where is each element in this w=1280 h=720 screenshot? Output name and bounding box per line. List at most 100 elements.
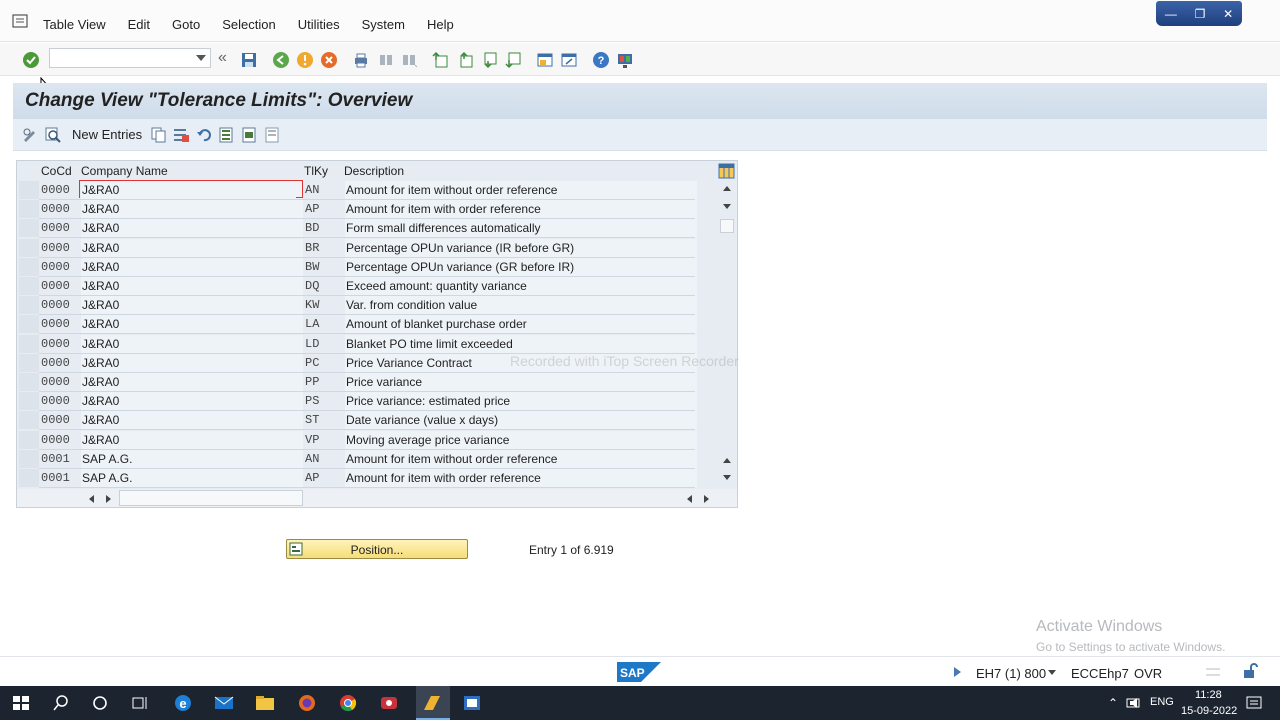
table-row[interactable]: 0001 SAP A.G. AN Amount for item without or… [19, 449, 697, 469]
back-icon[interactable] [272, 51, 290, 69]
cell-tlky[interactable]: KW [305, 296, 343, 315]
delete-icon[interactable] [172, 126, 190, 144]
position-button[interactable]: Position... [286, 539, 468, 559]
cell-company-name[interactable]: J&RA0 [81, 296, 303, 316]
cell-cocd[interactable]: 0000 [41, 296, 79, 315]
table-row[interactable]: 0000 J&RA0 VP Moving average price variance [19, 430, 697, 450]
scroll-right-icon[interactable] [703, 494, 711, 504]
save-icon[interactable] [240, 51, 258, 69]
column-header-description[interactable]: Description [344, 161, 404, 181]
customize-layout-icon[interactable] [616, 51, 634, 69]
new-session-icon[interactable] [536, 51, 554, 69]
horizontal-scroll-thumb[interactable] [119, 490, 303, 506]
row-selector[interactable] [19, 469, 39, 487]
file-explorer-icon[interactable] [254, 693, 276, 713]
column-header-tlky[interactable]: TlKy [304, 161, 328, 181]
cell-company-name[interactable]: J&RA0 [81, 181, 303, 200]
clock-date[interactable]: 15-09-2022 [1181, 705, 1237, 717]
print-icon[interactable] [352, 51, 370, 69]
edge-icon[interactable]: e [172, 693, 194, 713]
cell-description[interactable]: Price variance [345, 373, 697, 392]
cell-tlky[interactable]: AN [305, 450, 343, 469]
cell-company-name[interactable]: J&RA0 [81, 411, 303, 431]
row-selector[interactable] [19, 200, 39, 219]
cell-tlky[interactable]: AP [305, 469, 343, 488]
cell-cocd[interactable]: 0000 [41, 335, 79, 354]
cell-company-name[interactable]: J&RA0 [81, 257, 303, 277]
table-row[interactable]: 0001 SAP A.G. AP Amount for item with order… [19, 469, 697, 488]
row-selector[interactable] [19, 181, 39, 199]
menu-utilities[interactable]: Utilities [298, 17, 340, 32]
cell-company-name[interactable]: J&RA0 [81, 238, 303, 258]
input-language[interactable]: ENG [1150, 696, 1174, 708]
cell-cocd[interactable]: 0001 [41, 450, 79, 469]
cell-cocd[interactable]: 0000 [41, 239, 79, 258]
row-selector[interactable] [19, 430, 39, 449]
chevron-down-icon[interactable] [196, 55, 206, 61]
menu-help[interactable]: Help [427, 17, 454, 32]
table-row[interactable]: 0000 J&RA0 DQ Exceed amount: quantity varia… [19, 277, 697, 296]
cell-description[interactable]: Amount for item without order reference [345, 181, 697, 200]
cell-description[interactable]: Amount for item with order reference [345, 469, 697, 488]
shortcut-icon[interactable] [560, 51, 578, 69]
menu-table-view[interactable]: Table View [43, 17, 106, 32]
cell-cocd[interactable]: 0000 [41, 219, 79, 238]
command-input[interactable] [50, 49, 190, 67]
sap-logon-icon[interactable] [421, 693, 443, 713]
row-selector[interactable] [19, 334, 39, 353]
row-selector[interactable] [19, 238, 39, 257]
row-selector[interactable] [19, 373, 39, 391]
scroll-up-icon[interactable] [722, 184, 732, 192]
find-icon[interactable] [377, 51, 395, 69]
copy-as-icon[interactable] [150, 126, 168, 144]
vertical-scroll-thumb[interactable] [720, 219, 734, 233]
cell-cocd[interactable]: 0001 [41, 469, 79, 488]
maximize-icon[interactable]: ❐ [1195, 7, 1206, 21]
cell-tlky[interactable]: PS [305, 392, 343, 411]
scroll-page-up-icon[interactable] [722, 456, 732, 464]
firefox-icon[interactable] [296, 693, 318, 713]
cell-tlky[interactable]: BR [305, 239, 343, 258]
undo-change-icon[interactable] [195, 126, 213, 144]
cell-tlky[interactable]: PP [305, 373, 343, 392]
row-selector[interactable] [19, 257, 39, 276]
cell-cocd[interactable]: 0000 [41, 392, 79, 411]
windows-start-icon[interactable] [10, 693, 32, 713]
cell-company-name[interactable]: J&RA0 [81, 315, 303, 335]
table-settings-icon[interactable] [718, 163, 735, 179]
menu-toggle-icon[interactable] [12, 14, 28, 28]
prev-page-icon[interactable] [457, 51, 475, 69]
cell-cocd[interactable]: 0000 [41, 431, 79, 450]
cell-description[interactable]: Exceed amount: quantity variance [345, 277, 697, 296]
cell-tlky[interactable]: LA [305, 315, 343, 334]
new-entries-button[interactable]: New Entries [72, 127, 142, 142]
cell-description[interactable]: Amount of blanket purchase order [345, 315, 697, 335]
cell-cocd[interactable]: 0000 [41, 258, 79, 277]
cell-cocd[interactable]: 0000 [41, 200, 79, 219]
help-icon[interactable]: ? [592, 51, 610, 69]
first-page-icon[interactable] [432, 51, 450, 69]
cell-description[interactable]: Amount for item without order reference [345, 449, 697, 469]
vertical-scrollbar[interactable] [717, 181, 737, 489]
table-row[interactable]: 0000 J&RA0 BW Percentage OPUn variance (GR … [19, 257, 697, 277]
cell-description[interactable]: Amount for item with order reference [345, 200, 697, 220]
cell-tlky[interactable]: LD [305, 335, 343, 354]
scroll-down-icon[interactable] [722, 203, 732, 211]
back-double-icon[interactable]: « [218, 49, 236, 67]
enter-icon[interactable] [22, 51, 40, 69]
column-header-cocd[interactable]: CoCd [41, 161, 72, 181]
horizontal-scrollbar[interactable] [17, 489, 737, 507]
cell-cocd[interactable]: 0000 [41, 181, 79, 200]
volume-icon[interactable] [1128, 697, 1144, 709]
row-selector[interactable] [19, 353, 39, 372]
minimize-icon[interactable]: — [1165, 7, 1177, 21]
table-row[interactable]: 0000 J&RA0 PS Price variance: estimated pri… [19, 392, 697, 412]
cell-tlky[interactable]: PC [305, 354, 343, 373]
cell-tlky[interactable]: VP [305, 431, 343, 450]
menu-edit[interactable]: Edit [128, 17, 150, 32]
cell-tlky[interactable]: AP [305, 200, 343, 219]
cell-description[interactable]: Blanket PO time limit exceeded [345, 334, 697, 354]
cell-tlky[interactable]: DQ [305, 277, 343, 296]
cell-description[interactable]: Percentage OPUn variance (IR before GR) [345, 238, 697, 258]
display-change-icon[interactable] [21, 126, 39, 144]
